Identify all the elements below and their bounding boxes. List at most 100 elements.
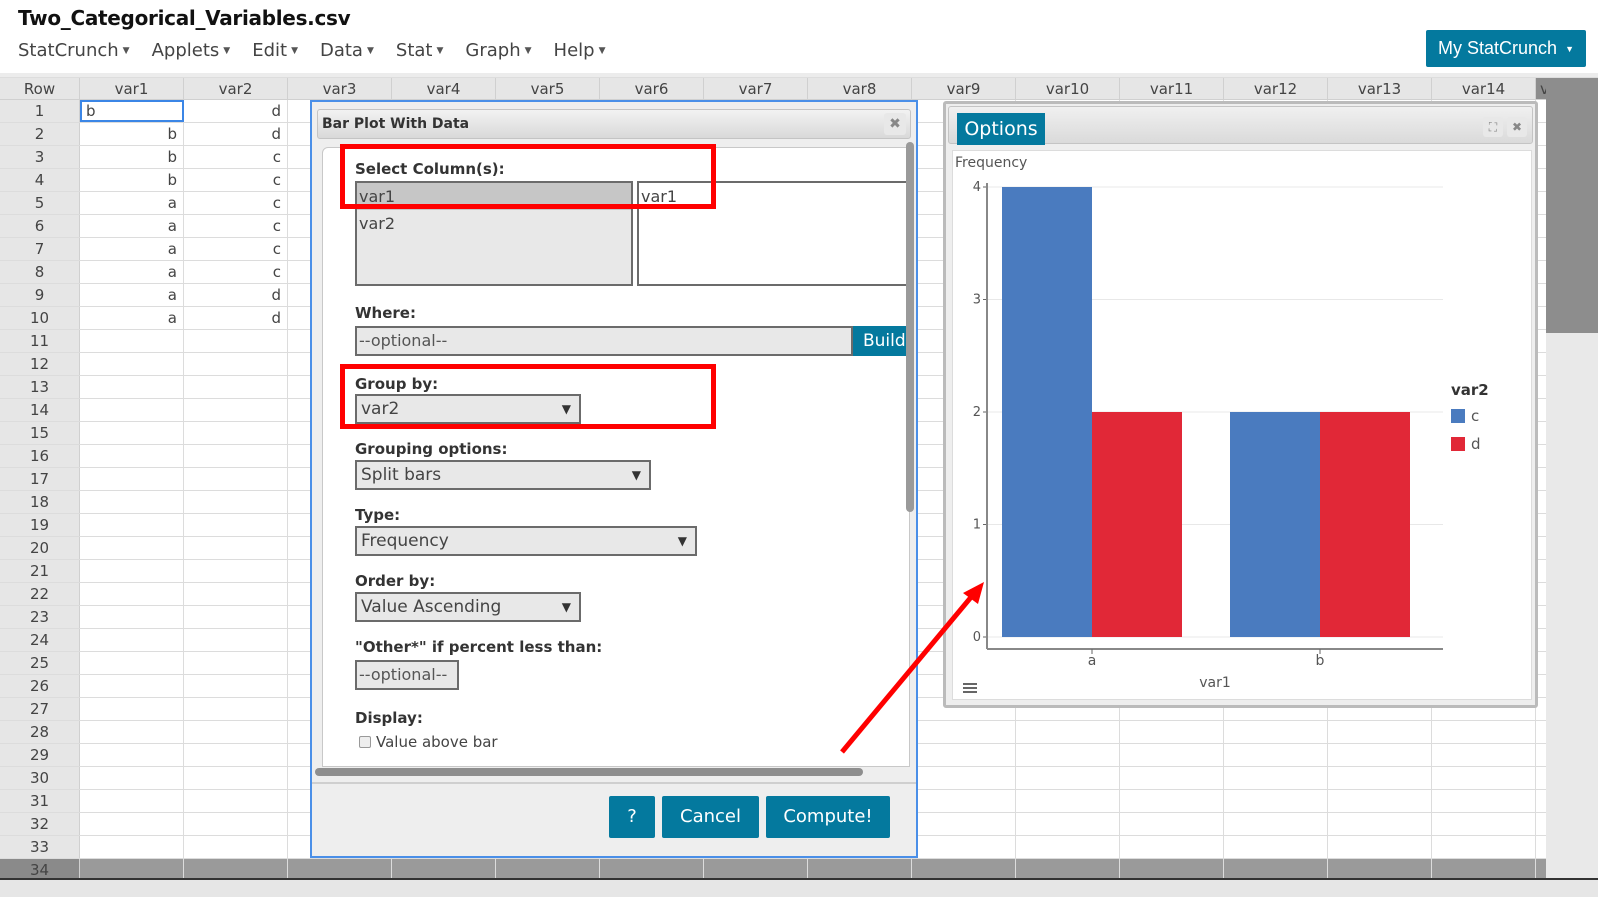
row-number[interactable]: 2 (0, 123, 80, 145)
table-cell[interactable] (184, 744, 288, 766)
table-cell[interactable] (80, 445, 184, 467)
column-header[interactable]: var3 (288, 78, 392, 99)
column-header[interactable]: var10 (1016, 78, 1120, 99)
table-cell[interactable] (80, 583, 184, 605)
table-cell[interactable] (80, 675, 184, 697)
column-header[interactable]: var7 (704, 78, 808, 99)
row-number[interactable]: 19 (0, 514, 80, 536)
table-cell[interactable] (1120, 813, 1224, 835)
close-icon[interactable]: ✖ (1507, 117, 1527, 137)
table-cell[interactable] (184, 675, 288, 697)
row-number[interactable]: 9 (0, 284, 80, 306)
table-cell[interactable]: c (184, 238, 288, 260)
dialog-horizontal-scrollbar[interactable] (315, 768, 863, 776)
row-number[interactable]: 1 (0, 100, 80, 122)
table-cell[interactable]: c (184, 169, 288, 191)
checkbox-icon[interactable] (359, 736, 371, 748)
table-cell[interactable] (1432, 813, 1536, 835)
row-number[interactable]: 3 (0, 146, 80, 168)
table-cell[interactable]: c (184, 215, 288, 237)
table-cell[interactable] (1224, 744, 1328, 766)
table-cell[interactable] (80, 606, 184, 628)
menu-graph[interactable]: Graph ▼ (465, 40, 531, 61)
table-cell[interactable] (80, 721, 184, 743)
row-number[interactable]: 24 (0, 629, 80, 651)
table-cell[interactable] (184, 606, 288, 628)
table-cell[interactable] (184, 468, 288, 490)
menu-statcrunch[interactable]: StatCrunch ▼ (18, 40, 130, 61)
table-cell[interactable] (912, 790, 1016, 812)
column-header[interactable]: var1 (80, 78, 184, 99)
column-header[interactable]: var6 (600, 78, 704, 99)
table-cell[interactable] (1328, 813, 1432, 835)
table-cell[interactable] (1432, 767, 1536, 789)
table-cell[interactable]: a (80, 238, 184, 260)
table-cell[interactable]: d (184, 123, 288, 145)
row-number[interactable]: 26 (0, 675, 80, 697)
list-item[interactable]: var1 (639, 183, 909, 210)
graph-window-header[interactable]: Options ⛶ ✖ (948, 106, 1533, 145)
table-cell[interactable] (912, 836, 1016, 858)
row-number[interactable]: 17 (0, 468, 80, 490)
table-cell[interactable] (1224, 813, 1328, 835)
table-cell[interactable]: a (80, 307, 184, 329)
row-number[interactable]: 33 (0, 836, 80, 858)
grouping-options-select[interactable]: Split bars ▼ (355, 460, 651, 490)
column-header[interactable]: var2 (184, 78, 288, 99)
close-icon[interactable]: ✖ (884, 113, 906, 135)
table-cell[interactable] (80, 629, 184, 651)
table-cell[interactable] (184, 399, 288, 421)
row-number[interactable]: 21 (0, 560, 80, 582)
compute-button[interactable]: Compute! (766, 796, 890, 838)
table-cell[interactable]: b (80, 100, 184, 122)
table-cell[interactable] (1120, 744, 1224, 766)
row-number[interactable]: 15 (0, 422, 80, 444)
row-number[interactable]: 18 (0, 491, 80, 513)
table-cell[interactable] (184, 514, 288, 536)
table-cell[interactable]: a (80, 192, 184, 214)
where-input[interactable]: --optional-- (355, 326, 853, 356)
table-cell[interactable] (1120, 767, 1224, 789)
table-cell[interactable] (80, 330, 184, 352)
table-cell[interactable] (1016, 744, 1120, 766)
table-cell[interactable] (184, 767, 288, 789)
menu-data[interactable]: Data ▼ (320, 40, 374, 61)
table-cell[interactable]: b (80, 146, 184, 168)
table-cell[interactable]: b (80, 123, 184, 145)
column-header[interactable]: var8 (808, 78, 912, 99)
table-cell[interactable] (184, 445, 288, 467)
row-number[interactable]: 30 (0, 767, 80, 789)
table-cell[interactable]: c (184, 146, 288, 168)
table-cell[interactable] (1432, 744, 1536, 766)
table-cell[interactable] (80, 652, 184, 674)
table-cell[interactable]: a (80, 284, 184, 306)
table-cell[interactable] (1016, 813, 1120, 835)
row-number[interactable]: 32 (0, 813, 80, 835)
vertical-scrollbar[interactable] (1546, 78, 1598, 897)
table-cell[interactable] (1224, 836, 1328, 858)
table-cell[interactable] (80, 468, 184, 490)
help-button[interactable]: ? (609, 796, 655, 838)
type-select[interactable]: Frequency ▼ (355, 526, 697, 556)
expand-icon[interactable]: ⛶ (1483, 117, 1503, 137)
table-cell[interactable] (80, 836, 184, 858)
table-cell[interactable] (1016, 836, 1120, 858)
table-cell[interactable] (80, 767, 184, 789)
table-cell[interactable] (184, 353, 288, 375)
other-percent-input[interactable]: --optional-- (355, 660, 459, 690)
menu-applets[interactable]: Applets ▼ (152, 40, 231, 61)
table-cell[interactable] (80, 790, 184, 812)
table-cell[interactable] (1120, 790, 1224, 812)
table-cell[interactable] (184, 422, 288, 444)
table-cell[interactable] (1328, 767, 1432, 789)
table-cell[interactable] (1328, 744, 1432, 766)
available-columns-list[interactable]: var1 var2 (355, 181, 633, 286)
table-cell[interactable] (80, 353, 184, 375)
row-number[interactable]: 6 (0, 215, 80, 237)
table-cell[interactable] (184, 491, 288, 513)
row-number[interactable]: 29 (0, 744, 80, 766)
table-cell[interactable] (1120, 836, 1224, 858)
row-number[interactable]: 23 (0, 606, 80, 628)
table-cell[interactable] (80, 422, 184, 444)
table-cell[interactable] (1328, 836, 1432, 858)
